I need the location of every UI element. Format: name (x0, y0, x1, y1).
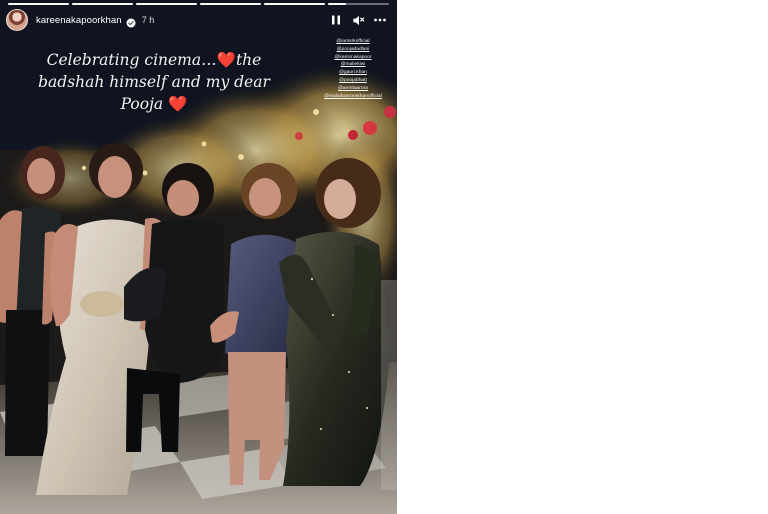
mention-link[interactable]: @amritaarora (317, 85, 389, 93)
story-header: kareenakapoorkhan 7 h (6, 9, 389, 31)
mention-link[interactable]: @gauri.khan (317, 69, 389, 77)
more-icon (374, 18, 386, 22)
story-viewer[interactable]: kareenakapoorkhan 7 h Celebrating cinema… (0, 0, 397, 514)
mention-link[interactable]: @poojabhatt (317, 77, 389, 85)
more-options-button[interactable] (371, 11, 389, 29)
progress-fill (200, 3, 261, 5)
caption-line-3: Pooja (120, 95, 164, 113)
pause-icon (332, 15, 340, 25)
blank-panel (397, 0, 768, 514)
mute-icon (352, 15, 364, 25)
mention-link[interactable]: @karismakapoor (317, 54, 389, 62)
avatar[interactable] (6, 9, 28, 31)
progress-segment (8, 3, 69, 5)
caption-line-1b: the (235, 51, 262, 69)
pause-button[interactable] (327, 11, 345, 29)
progress-fill (328, 3, 347, 5)
progress-segment (264, 3, 325, 5)
story-caption: Celebrating cinema…❤️the badshah himself… (11, 49, 297, 115)
mention-list: @iamsrkofficial @poojadadlani @karismaka… (317, 38, 389, 100)
heart-icon: ❤️ (168, 95, 188, 113)
heart-icon: ❤️ (216, 51, 236, 69)
mention-link[interactable]: @poojadadlani (317, 46, 389, 54)
mention-link[interactable]: @malaikaarorakhanofficial (317, 93, 389, 101)
progress-segment (136, 3, 197, 5)
caption-line-1: Celebrating cinema… (46, 51, 217, 69)
timestamp: 7 h (141, 15, 155, 25)
verified-badge-icon (126, 15, 136, 28)
username[interactable]: kareenakapoorkhan (36, 15, 122, 26)
story-progress (8, 3, 389, 5)
page: kareenakapoorkhan 7 h Celebrating cinema… (0, 0, 768, 514)
progress-segment (200, 3, 261, 5)
mention-link[interactable]: @iamsrkofficial (317, 38, 389, 46)
progress-segment (328, 3, 389, 5)
progress-fill (136, 3, 197, 5)
progress-fill (264, 3, 325, 5)
progress-fill (8, 3, 69, 5)
progress-fill (72, 3, 133, 5)
mention-link[interactable]: @maliekiwi (317, 61, 389, 69)
caption-line-2: badshah himself and my dear (38, 73, 270, 91)
progress-segment (72, 3, 133, 5)
mute-button[interactable] (349, 11, 367, 29)
